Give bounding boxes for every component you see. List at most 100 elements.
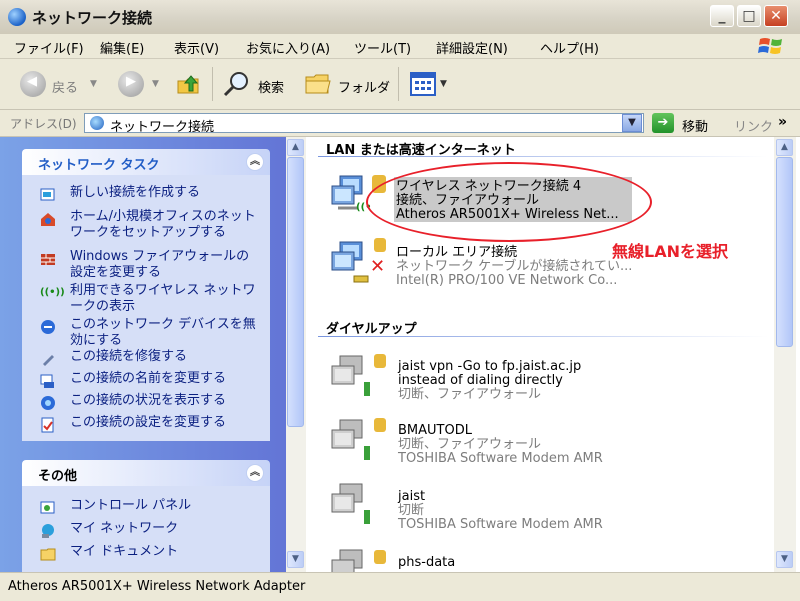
disconnected-x-icon: ✕: [370, 256, 386, 277]
scroll-thumb[interactable]: [287, 157, 304, 427]
address-bar: アドレス(D) ネットワーク接続 ▼ ➔ 移動 リンク »: [0, 110, 800, 137]
more-chevron-icon[interactable]: »: [778, 114, 787, 130]
close-icon: ✕: [770, 8, 782, 24]
connection-name: jaist vpn -Go to fp.jaist.ac.jp: [398, 359, 582, 374]
connection-device: TOSHIBA Software Modem AMR: [398, 517, 603, 532]
folders-button[interactable]: フォルダ: [338, 77, 390, 96]
menu-favorites[interactable]: お気に入り(A): [246, 38, 330, 57]
network-tasks-header[interactable]: ネットワーク タスク ︽: [22, 149, 270, 175]
connection-jaist[interactable]: jaist 切断 TOSHIBA Software Modem AMR: [320, 478, 680, 538]
home-network-icon: [41, 213, 55, 226]
connections-scrollbar[interactable]: ▲ ▼: [774, 137, 796, 572]
network-tasks-list: 新しい接続を作成する ホーム/小規模オフィスのネットワークをセットアップする W…: [22, 175, 270, 441]
control-panel-icon: [40, 501, 55, 514]
title-bar[interactable]: ネットワーク接続 _ □ ✕: [0, 0, 800, 35]
dialup-connection-icon: [331, 549, 363, 572]
connection-device: TOSHIBA Software Modem AMR: [398, 451, 603, 466]
address-dropdown-icon[interactable]: ▼: [622, 114, 642, 132]
views-icon[interactable]: [410, 72, 436, 96]
back-button[interactable]: 戻る: [52, 77, 78, 96]
other-places-title: その他: [38, 469, 78, 484]
status-text: Atheros AR5001X+ Wireless Network Adapte…: [8, 579, 306, 594]
menu-advanced[interactable]: 詳細設定(N): [436, 38, 508, 57]
my-documents-icon: [40, 548, 56, 561]
forward-dropdown-icon[interactable]: ▼: [152, 79, 159, 89]
lock-icon: [374, 238, 386, 252]
connection-name: jaist: [398, 489, 426, 504]
connection-local-area[interactable]: ✕ ローカル エリア接続 ネットワーク ケーブルが接続されてい... Intel…: [320, 236, 660, 296]
connection-device: Intel(R) PRO/100 VE Network Co...: [396, 273, 618, 288]
connection-status: 切断、ファイアウォール: [398, 437, 542, 452]
group-divider: [318, 336, 768, 337]
menu-help[interactable]: ヘルプ(H): [540, 38, 599, 57]
network-connection-icon: [331, 241, 369, 283]
status-icon: [41, 396, 55, 410]
forward-arrow-icon[interactable]: ▶: [118, 71, 144, 97]
links-button[interactable]: リンク: [734, 116, 773, 135]
address-value: ネットワーク接続: [110, 120, 215, 135]
menu-view[interactable]: 表示(V): [174, 38, 219, 57]
minimize-button[interactable]: _: [710, 5, 734, 27]
scroll-down-icon[interactable]: ▼: [287, 551, 304, 568]
toolbar-separator: [212, 67, 213, 101]
toolbar: ◀ 戻る ▼ ▶ ▼ 検索 フォルダ ▼: [0, 59, 800, 110]
dialup-connection-icon: [331, 419, 370, 460]
back-arrow-icon[interactable]: ◀: [20, 71, 46, 97]
window-title: ネットワーク接続: [32, 9, 153, 27]
connection-status: ネットワーク ケーブルが接続されてい...: [396, 259, 633, 274]
scroll-up-icon[interactable]: ▲: [776, 139, 793, 156]
firewall-icon: [41, 254, 55, 265]
search-button[interactable]: 検索: [258, 77, 284, 96]
my-network-icon: [42, 524, 54, 538]
maximize-button[interactable]: □: [737, 5, 761, 27]
minimize-icon: _: [718, 8, 726, 24]
connection-name: BMAUTODL: [398, 423, 472, 438]
connection-status: 切断、ファイアウォール: [398, 387, 542, 402]
menu-bar: ファイル(F) 編集(E) 表示(V) お気に入り(A) ツール(T) 詳細設定…: [0, 34, 800, 59]
network-connections-icon: [90, 116, 104, 130]
group-divider: [318, 156, 768, 157]
menu-tools[interactable]: ツール(T): [354, 38, 411, 57]
connection-phs-data[interactable]: phs-data: [320, 544, 680, 572]
connection-name-continued: instead of dialing directly: [398, 373, 563, 388]
repair-icon: [43, 355, 54, 366]
other-places-list: コントロール パネル マイ ネットワーク マイ ドキュメント: [22, 486, 270, 572]
network-connections-icon: [8, 8, 26, 26]
dialup-connection-icon: [331, 483, 370, 524]
connection-bmautodl[interactable]: BMAUTODL 切断、ファイアウォール TOSHIBA Software Mo…: [320, 414, 680, 474]
connection-status: 切断: [398, 503, 425, 518]
go-arrow-icon[interactable]: ➔: [652, 113, 674, 133]
scroll-up-icon[interactable]: ▲: [287, 139, 304, 156]
folders-icon[interactable]: [304, 71, 332, 97]
dialup-group-title: ダイヤルアップ: [326, 322, 417, 337]
lock-icon: [374, 418, 386, 432]
menu-edit[interactable]: 編集(E): [100, 38, 144, 57]
new-connection-icon: [40, 188, 55, 201]
close-button[interactable]: ✕: [764, 5, 788, 27]
other-places-header[interactable]: その他 ︽: [22, 460, 270, 486]
windows-logo-icon: [758, 38, 782, 54]
connection-jaist-vpn[interactable]: jaist vpn -Go to fp.jaist.ac.jp instead …: [320, 350, 680, 410]
annotation-ellipse: [366, 162, 652, 242]
maximize-icon: □: [742, 8, 756, 24]
scroll-down-icon[interactable]: ▼: [776, 551, 793, 568]
network-tasks-title: ネットワーク タスク: [38, 158, 160, 173]
go-button[interactable]: 移動: [682, 116, 708, 135]
toolbar-separator: [398, 67, 399, 101]
collapse-chevron-icon[interactable]: ︽: [246, 153, 264, 171]
search-icon[interactable]: [222, 69, 252, 99]
menu-file[interactable]: ファイル(F): [14, 38, 84, 57]
wireless-icon: ((•)): [40, 287, 65, 298]
connection-name: ローカル エリア接続: [396, 245, 518, 260]
collapse-chevron-icon[interactable]: ︽: [246, 464, 264, 482]
views-dropdown-icon[interactable]: ▼: [440, 79, 447, 89]
dialup-connection-icon: [331, 355, 370, 396]
rename-icon: [40, 374, 54, 388]
disable-device-icon: [41, 320, 55, 334]
task-pane-scrollbar[interactable]: ▲ ▼: [286, 137, 306, 572]
back-dropdown-icon[interactable]: ▼: [90, 79, 97, 89]
scroll-thumb[interactable]: [776, 157, 793, 347]
lock-icon: [374, 354, 386, 368]
up-folder-icon[interactable]: [176, 71, 202, 97]
connection-name: phs-data: [398, 555, 456, 570]
